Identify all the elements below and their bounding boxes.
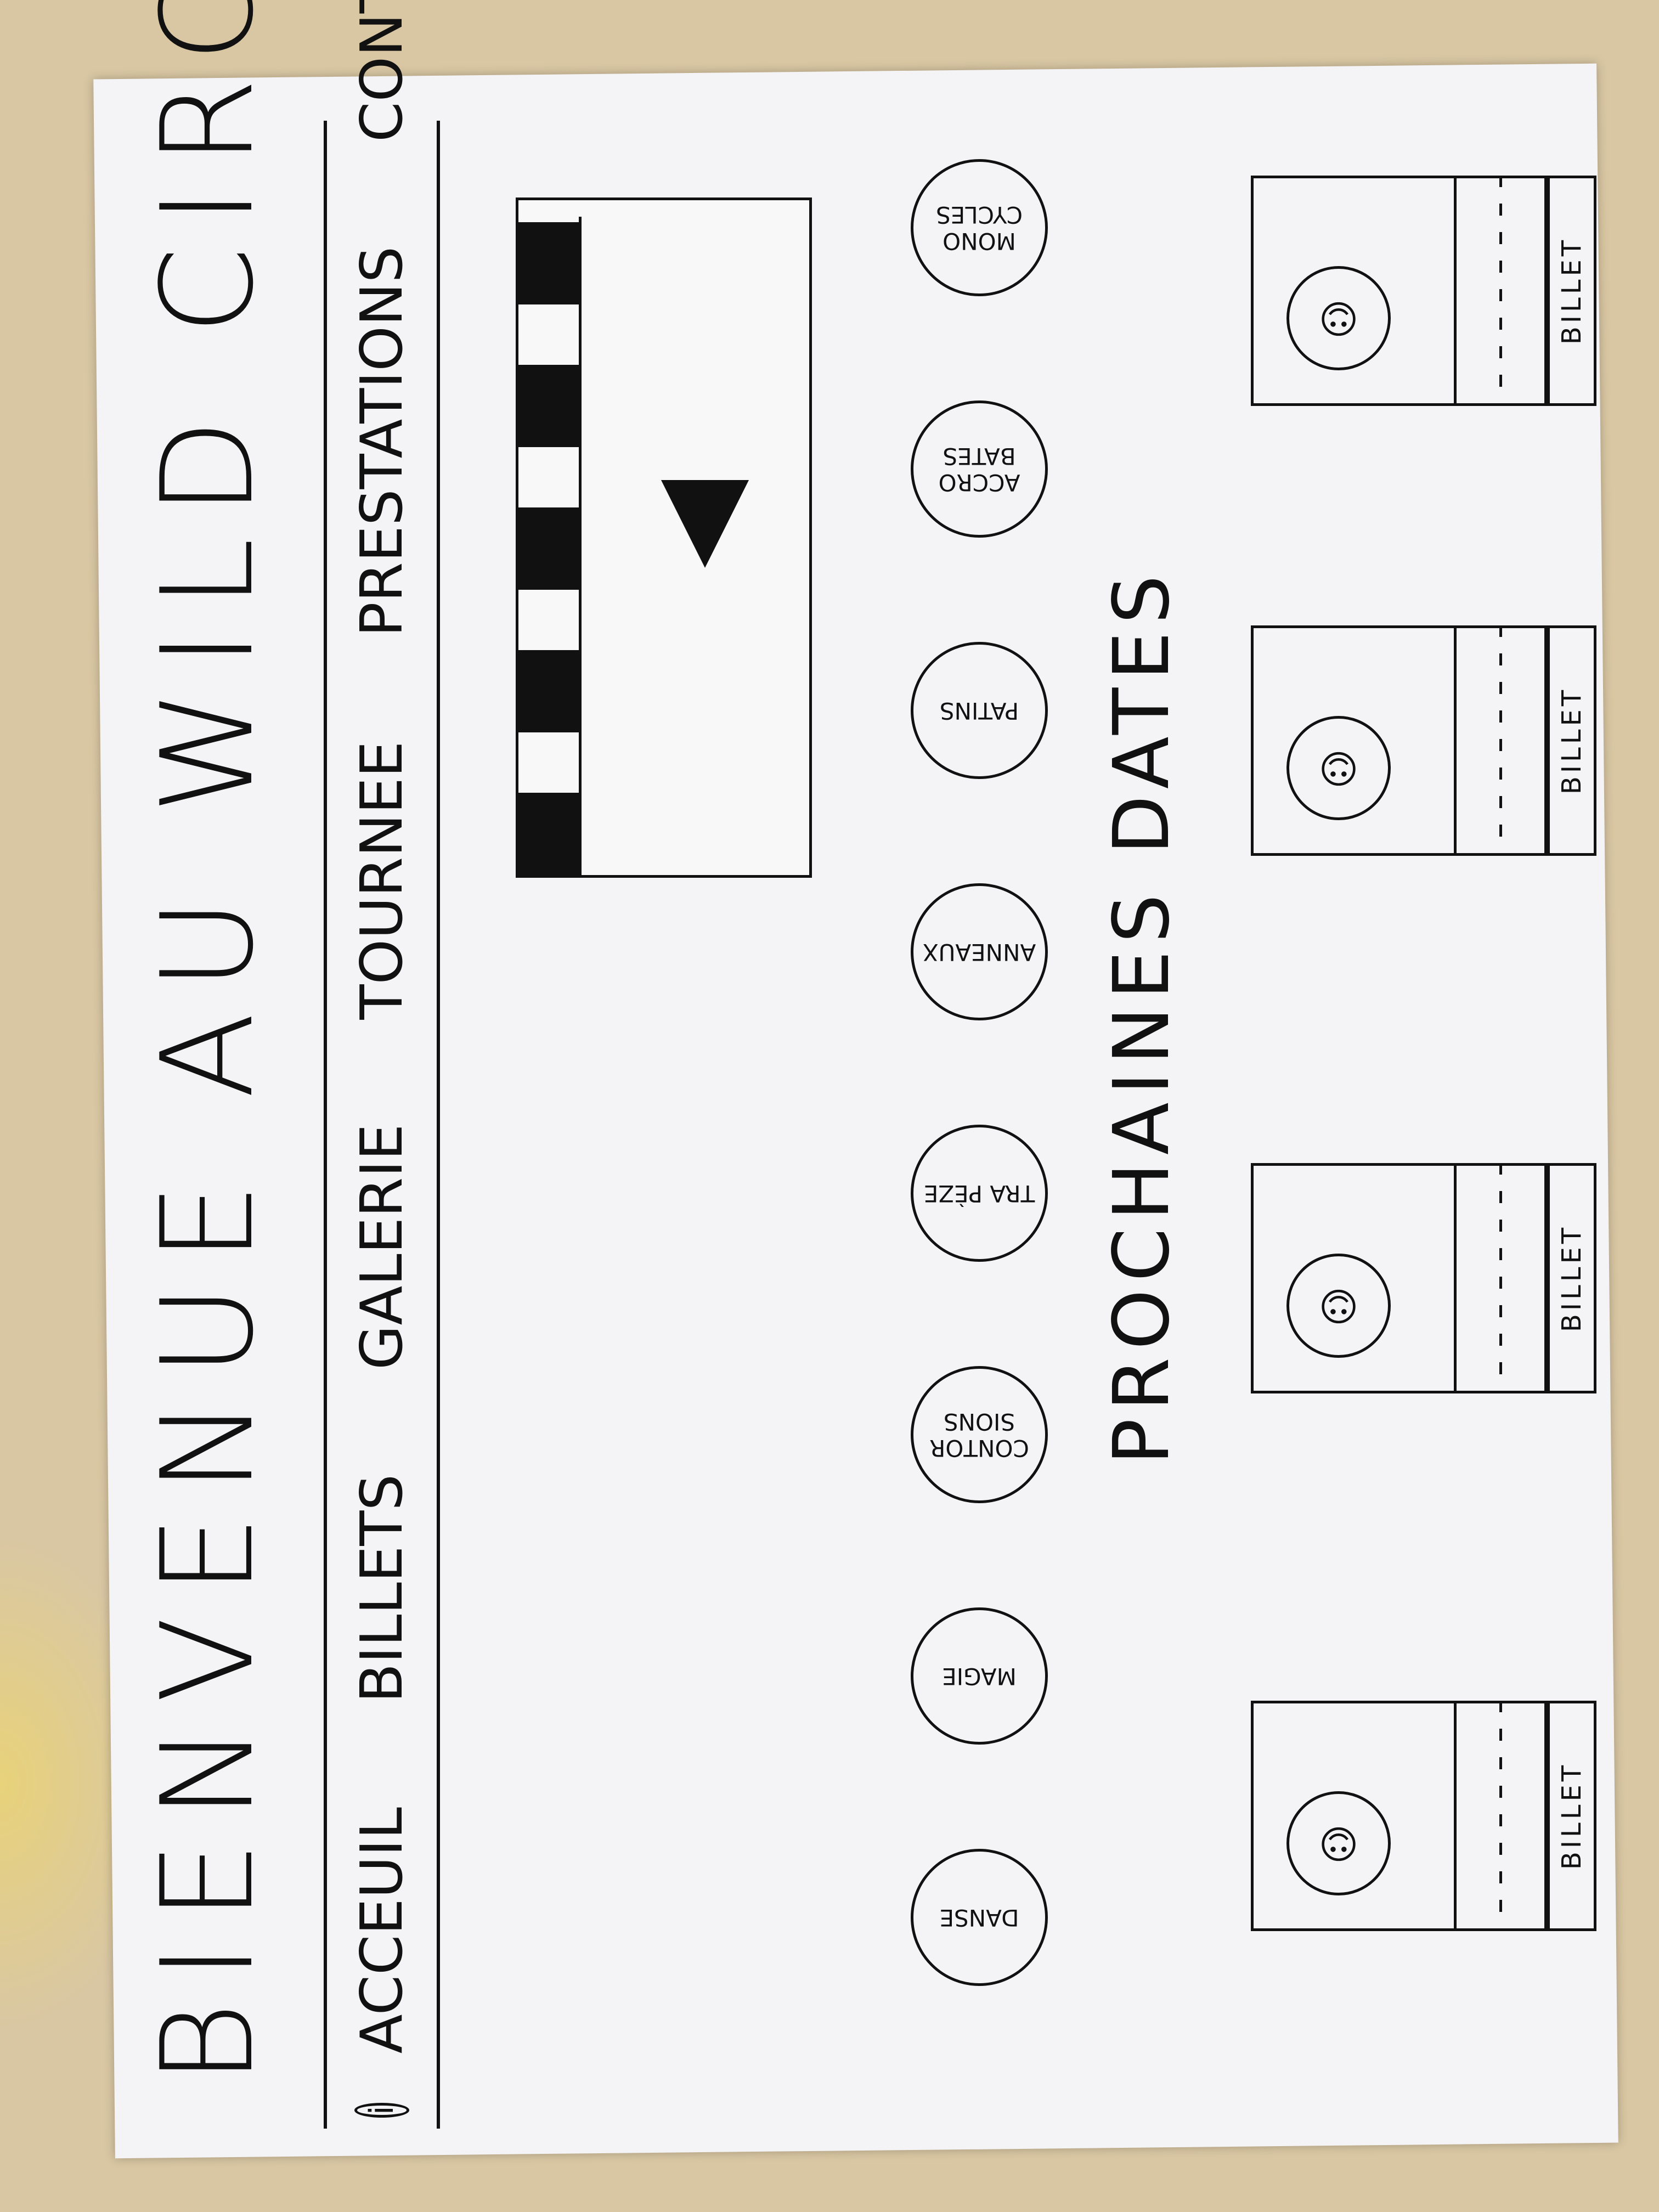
category-anneaux[interactable]: ANNEAUX	[911, 883, 1048, 1020]
upcoming-dates-title: PROCHAINES DATES	[1097, 567, 1187, 1465]
category-patins[interactable]: PATINS	[911, 642, 1048, 779]
event-card[interactable]: ☺	[1251, 625, 1547, 856]
info-icon[interactable]: i	[354, 2103, 409, 2118]
nav-item-prestations[interactable]: PRESTATIONS	[348, 246, 415, 637]
smiley-face-icon: ☺	[1286, 266, 1391, 370]
event-card[interactable]: ☺	[1251, 176, 1547, 406]
ticket-button[interactable]: BILLET	[1547, 1163, 1596, 1393]
event-card[interactable]: ☺	[1251, 1701, 1547, 1931]
ticket-button[interactable]: BILLET	[1547, 176, 1596, 406]
play-icon[interactable]	[661, 480, 749, 568]
category-acrobates[interactable]: ACCRO BATES	[911, 400, 1048, 538]
nav-item-galerie[interactable]: GALERIE	[348, 1124, 415, 1370]
smiley-face-icon: ☺	[1286, 1254, 1391, 1358]
card-text-lines	[1454, 178, 1544, 403]
nav-item-billets[interactable]: BILLETS	[348, 1474, 415, 1703]
wireframe-page: BIENVENUE AU WILD CIRCUS i ACCEUIL BILLE…	[104, 0, 1596, 2151]
category-monocycles[interactable]: MONO CYCLES	[911, 159, 1048, 296]
smiley-face-icon: ☺	[1286, 716, 1391, 820]
ticket-button[interactable]: BILLET	[1547, 625, 1596, 856]
category-trapeze[interactable]: TRA PÈZE	[911, 1125, 1048, 1262]
event-card[interactable]: ☺	[1251, 1163, 1547, 1393]
event-card-list: ☺ BILLET ☺ BILLET ☺ BILLET ☺ BILLET	[1251, 88, 1596, 2151]
card-text-lines	[1454, 1166, 1544, 1391]
ticket-button[interactable]: BILLET	[1547, 1701, 1596, 1931]
video-player[interactable]	[516, 198, 812, 878]
main-nav: i ACCEUIL BILLETS GALERIE TOURNEE PRESTA…	[324, 0, 440, 2129]
nav-item-acceuil[interactable]: ACCEUIL	[348, 1807, 415, 2053]
film-strip-decoration	[518, 217, 582, 875]
category-danse[interactable]: DANSE	[911, 1849, 1048, 1986]
nav-item-tournee[interactable]: TOURNEE	[348, 741, 415, 1020]
card-text-lines	[1454, 628, 1544, 853]
category-magie[interactable]: MAGIE	[911, 1607, 1048, 1745]
category-list: DANSE MAGIE CONTOR SIONS TRA PÈZE ANNEAU…	[911, 121, 1053, 1986]
card-text-lines	[1454, 1703, 1544, 1928]
category-contorsions[interactable]: CONTOR SIONS	[911, 1366, 1048, 1503]
nav-item-contact[interactable]: CONTACT	[348, 0, 415, 142]
smiley-face-icon: ☺	[1286, 1791, 1391, 1895]
page-title: BIENVENUE AU WILD CIRCUS	[135, 0, 281, 2085]
